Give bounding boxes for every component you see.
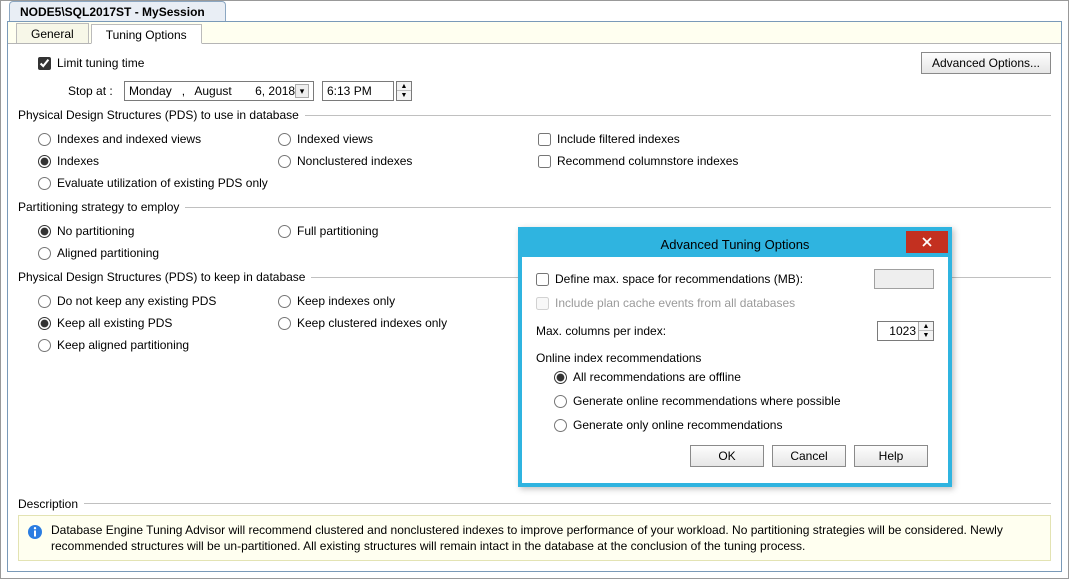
stop-at-date-value: Monday , August 6, 2018 [129,84,295,98]
stop-at-time-value: 6:13 PM [327,84,372,98]
online-where-possible-label: Generate online recommendations where po… [573,394,841,408]
online-where-possible[interactable] [554,395,567,408]
online-only[interactable] [554,419,567,432]
pds-keep-aligned[interactable] [38,339,51,352]
stop-at-date-picker[interactable]: Monday , August 6, 2018 ▾ [124,81,314,101]
pds-keep-indexes-only[interactable] [278,295,291,308]
online-index-legend: Online index recommendations [536,351,934,365]
pds-use-legend: Physical Design Structures (PDS) to use … [18,108,305,122]
description-box: Database Engine Tuning Advisor will reco… [18,515,1051,561]
partition-legend: Partitioning strategy to employ [18,200,185,214]
pds-use-indexes-and-views[interactable] [38,133,51,146]
tab-tuning-options[interactable]: Tuning Options [91,24,202,44]
pds-use-indexed-views-label: Indexed views [297,132,373,146]
calendar-drop-icon[interactable]: ▾ [295,84,309,98]
pds-keep-none[interactable] [38,295,51,308]
pds-keep-indexes-only-label: Keep indexes only [297,294,395,308]
online-only-label: Generate only online recommendations [573,418,782,432]
pds-use-nonclustered[interactable] [278,155,291,168]
ok-button[interactable]: OK [690,445,764,467]
max-columns-input[interactable] [878,323,918,339]
recommend-columnstore-checkbox[interactable] [538,155,551,168]
session-tab[interactable]: NODE5\SQL2017ST - MySession [9,1,226,21]
include-plan-cache-label: Include plan cache events from all datab… [555,296,795,310]
close-icon [922,237,932,247]
help-button[interactable]: Help [854,445,928,467]
advanced-tuning-options-dialog: Advanced Tuning Options Define max. spac… [518,227,952,487]
pds-keep-aligned-label: Keep aligned partitioning [57,338,189,352]
pds-use-indexes-and-views-label: Indexes and indexed views [57,132,201,146]
online-offline-label: All recommendations are offline [573,370,741,384]
pds-keep-clustered-only[interactable] [278,317,291,330]
include-filtered-indexes-label: Include filtered indexes [557,132,680,146]
pds-use-indexes[interactable] [38,155,51,168]
description-text: Database Engine Tuning Advisor will reco… [51,522,1042,554]
partition-aligned[interactable] [38,247,51,260]
info-icon [27,524,43,540]
pds-keep-all[interactable] [38,317,51,330]
time-spin-up[interactable]: ▲ [397,82,411,91]
tab-general[interactable]: General [16,23,89,43]
partition-aligned-label: Aligned partitioning [57,246,159,260]
partition-full[interactable] [278,225,291,238]
limit-tuning-time-label: Limit tuning time [57,56,144,70]
partition-none[interactable] [38,225,51,238]
time-spin-down[interactable]: ▼ [397,91,411,100]
pds-keep-legend: Physical Design Structures (PDS) to keep… [18,270,311,284]
description-legend: Description [18,497,84,511]
dialog-title: Advanced Tuning Options [661,237,810,252]
include-plan-cache-checkbox [536,297,549,310]
cancel-button[interactable]: Cancel [772,445,846,467]
pds-use-evaluate-existing-label: Evaluate utilization of existing PDS onl… [57,176,268,190]
stop-at-time-picker[interactable]: 6:13 PM [322,81,394,101]
include-filtered-indexes-checkbox[interactable] [538,133,551,146]
online-offline[interactable] [554,371,567,384]
pds-keep-none-label: Do not keep any existing PDS [57,294,216,308]
partition-none-label: No partitioning [57,224,134,238]
pds-use-evaluate-existing[interactable] [38,177,51,190]
partition-full-label: Full partitioning [297,224,378,238]
max-space-input [874,269,934,289]
define-max-space-checkbox[interactable] [536,273,549,286]
define-max-space-label: Define max. space for recommendations (M… [555,272,874,286]
pds-keep-clustered-only-label: Keep clustered indexes only [297,316,447,330]
stop-at-label: Stop at : [68,84,124,98]
max-cols-spin-down[interactable]: ▼ [919,331,933,340]
limit-tuning-time-checkbox[interactable] [38,57,51,70]
pds-use-indexes-label: Indexes [57,154,99,168]
max-columns-label: Max. columns per index: [536,324,877,338]
pds-keep-all-label: Keep all existing PDS [57,316,172,330]
pds-use-nonclustered-label: Nonclustered indexes [297,154,412,168]
max-cols-spin-up[interactable]: ▲ [919,322,933,331]
dialog-close-button[interactable] [906,231,948,253]
recommend-columnstore-label: Recommend columnstore indexes [557,154,738,168]
pds-use-indexed-views[interactable] [278,133,291,146]
